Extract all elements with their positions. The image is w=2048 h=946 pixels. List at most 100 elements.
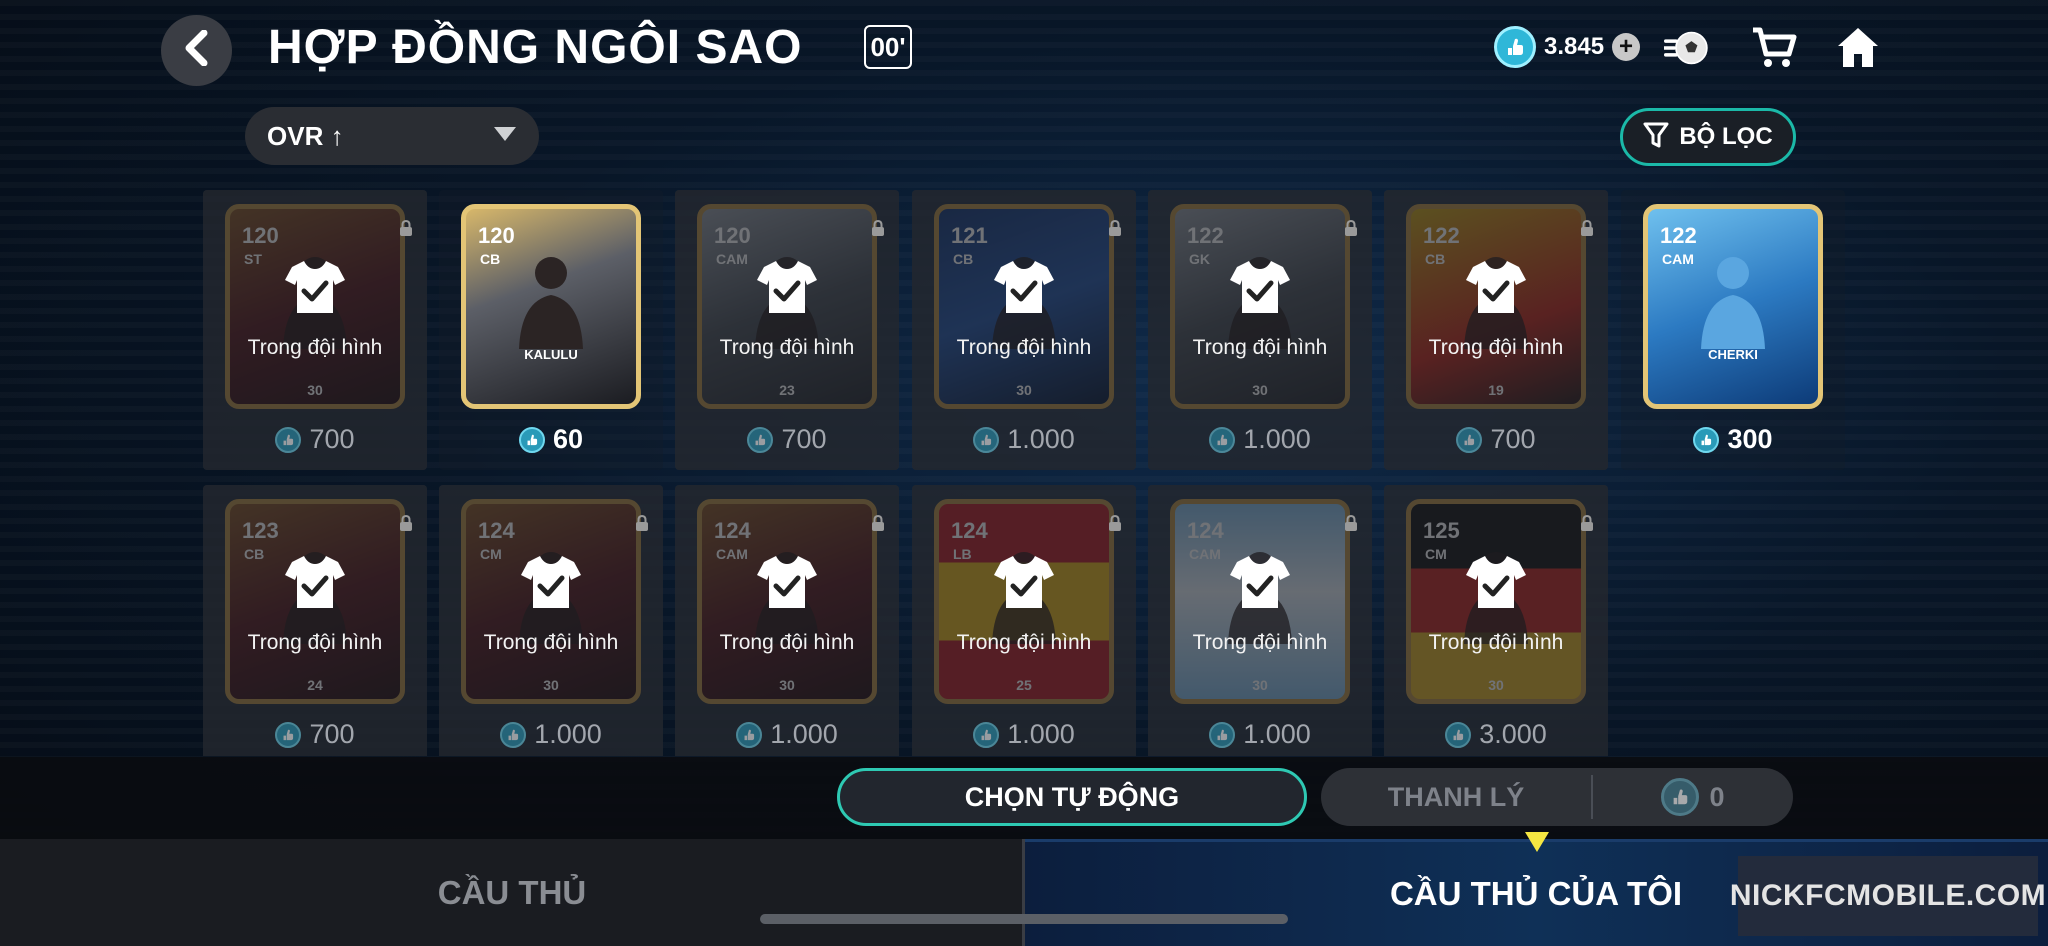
ball-icon[interactable] <box>1664 24 1712 72</box>
player-name: KALULU <box>524 347 578 362</box>
jersey-check-icon <box>675 553 899 616</box>
player-portrait <box>1693 249 1773 349</box>
lock-icon <box>1344 219 1358 241</box>
player-price: 1.000 <box>1148 719 1372 750</box>
player-price: 1.000 <box>1148 424 1372 455</box>
action-bar: CHỌN TỰ ĐỘNG THANH LÝ 0 <box>0 757 2048 839</box>
player-slot[interactable]: 121CB30Trong đội hình1.000 <box>912 190 1136 470</box>
filter-icon <box>1643 121 1669 154</box>
lock-icon <box>399 219 413 241</box>
price-value: 700 <box>781 424 827 454</box>
in-squad-overlay <box>1384 485 1608 756</box>
coin-icon <box>518 426 545 453</box>
jersey-check-icon <box>675 258 899 321</box>
coin-icon <box>1456 426 1483 453</box>
player-price: 3.000 <box>1384 719 1608 750</box>
in-squad-label: Trong đội hình <box>247 631 383 654</box>
home-icon[interactable] <box>1834 24 1882 72</box>
jersey-check-icon <box>203 258 427 321</box>
page-title: HỢP ĐỒNG NGÔI SAO <box>268 21 803 74</box>
player-slot[interactable]: 122 CAM CHERKI 300 <box>1621 190 1845 470</box>
in-squad-label: Trong đội hình <box>1428 631 1564 654</box>
coin-icon <box>275 721 302 748</box>
coin-icon <box>1494 26 1536 68</box>
lock-icon <box>399 514 413 536</box>
price-value: 1.000 <box>1243 424 1311 454</box>
price-value: 1.000 <box>770 719 838 749</box>
player-slot[interactable]: 120ST30Trong đội hình700 <box>203 190 427 470</box>
in-squad-label: Trong đội hình <box>1192 336 1328 359</box>
chevron-down-icon <box>493 126 517 147</box>
in-squad-overlay <box>439 485 663 756</box>
jersey-check-icon <box>912 553 1136 616</box>
filter-button[interactable]: BỘ LỌC <box>1620 108 1796 166</box>
coin-icon <box>973 426 1000 453</box>
player-slot[interactable]: 124CAM30Trong đội hình1.000 <box>675 485 899 756</box>
player-name: CHERKI <box>1708 347 1758 362</box>
back-icon <box>182 29 212 71</box>
price-value: 700 <box>309 424 355 454</box>
jersey-check-icon <box>1384 258 1608 321</box>
coin-icon <box>1661 778 1700 816</box>
auto-select-button[interactable]: CHỌN TỰ ĐỘNG <box>837 768 1307 826</box>
player-slot[interactable]: 124LB25Trong đội hình1.000 <box>912 485 1136 756</box>
price-value: 60 <box>552 424 584 454</box>
in-squad-label: Trong đội hình <box>483 631 619 654</box>
sort-dropdown[interactable]: OVR ↑ <box>245 107 539 165</box>
scroll-handle[interactable] <box>760 914 1288 924</box>
player-slot[interactable]: 124CAM30Trong đội hình1.000 <box>1148 485 1372 756</box>
player-ovr: 120 <box>478 223 515 248</box>
player-card: 120 CB KALULU <box>461 204 641 409</box>
price-value: 3.000 <box>1479 719 1547 749</box>
in-squad-label: Trong đội hình <box>247 336 383 359</box>
player-slot[interactable]: 123CB24Trong đội hình700 <box>203 485 427 756</box>
lock-icon <box>1108 219 1122 241</box>
player-price: 700 <box>203 719 427 750</box>
in-squad-label: Trong đội hình <box>956 336 1092 359</box>
price-value: 1.000 <box>1007 424 1075 454</box>
watermark: NICKFCMOBILE.COM <box>1730 856 2046 936</box>
player-price: 1.000 <box>439 719 663 750</box>
in-squad-overlay <box>203 485 427 756</box>
player-portrait <box>511 249 591 349</box>
player-slot[interactable]: 122CB19Trong đội hình700 <box>1384 190 1608 470</box>
sell-count: 0 <box>1593 778 1793 816</box>
player-slot[interactable]: 120 CB KALULU 60 <box>439 190 663 470</box>
in-squad-overlay <box>912 485 1136 756</box>
back-button[interactable] <box>161 15 232 86</box>
player-price: 700 <box>1384 424 1608 455</box>
coin-icon <box>747 426 774 453</box>
player-grid: 120ST30Trong đội hình700120CBKALULU60120… <box>203 190 1847 756</box>
sort-label: OVR ↑ <box>267 120 344 151</box>
player-slot[interactable]: 120CAM23Trong đội hình700 <box>675 190 899 470</box>
player-slot[interactable]: 125CM30Trong đội hình3.000 <box>1384 485 1608 756</box>
in-squad-label: Trong đội hình <box>1192 631 1328 654</box>
lock-icon <box>1580 219 1594 241</box>
player-card: 122 CAM CHERKI <box>1643 204 1823 409</box>
price-value: 1.000 <box>534 719 602 749</box>
currency-display: 3.845 + <box>1494 26 1641 68</box>
coin-icon <box>1209 721 1236 748</box>
cart-icon[interactable] <box>1750 24 1798 72</box>
coin-icon <box>1445 721 1472 748</box>
player-position: CB <box>480 251 501 267</box>
active-tab-indicator-icon <box>1524 831 1550 858</box>
jersey-check-icon <box>1384 553 1608 616</box>
player-price: 300 <box>1621 424 1845 455</box>
lock-icon <box>1580 514 1594 536</box>
price-value: 700 <box>1490 424 1536 454</box>
coin-icon <box>736 721 763 748</box>
coin-icon <box>973 721 1000 748</box>
player-slot[interactable]: 124CM30Trong đội hình1.000 <box>439 485 663 756</box>
jersey-check-icon <box>439 553 663 616</box>
lock-icon <box>1108 514 1122 536</box>
player-slot[interactable]: 122GK30Trong đội hình1.000 <box>1148 190 1372 470</box>
in-squad-label: Trong đội hình <box>956 631 1092 654</box>
player-price: 1.000 <box>675 719 899 750</box>
player-position: CAM <box>1662 251 1694 267</box>
tab-players[interactable]: CẦU THỦ <box>0 839 1024 946</box>
plus-icon[interactable]: + <box>1612 33 1641 61</box>
lock-icon <box>1344 514 1358 536</box>
sell-button[interactable]: THANH LÝ 0 <box>1321 768 1793 826</box>
player-price: 700 <box>675 424 899 455</box>
